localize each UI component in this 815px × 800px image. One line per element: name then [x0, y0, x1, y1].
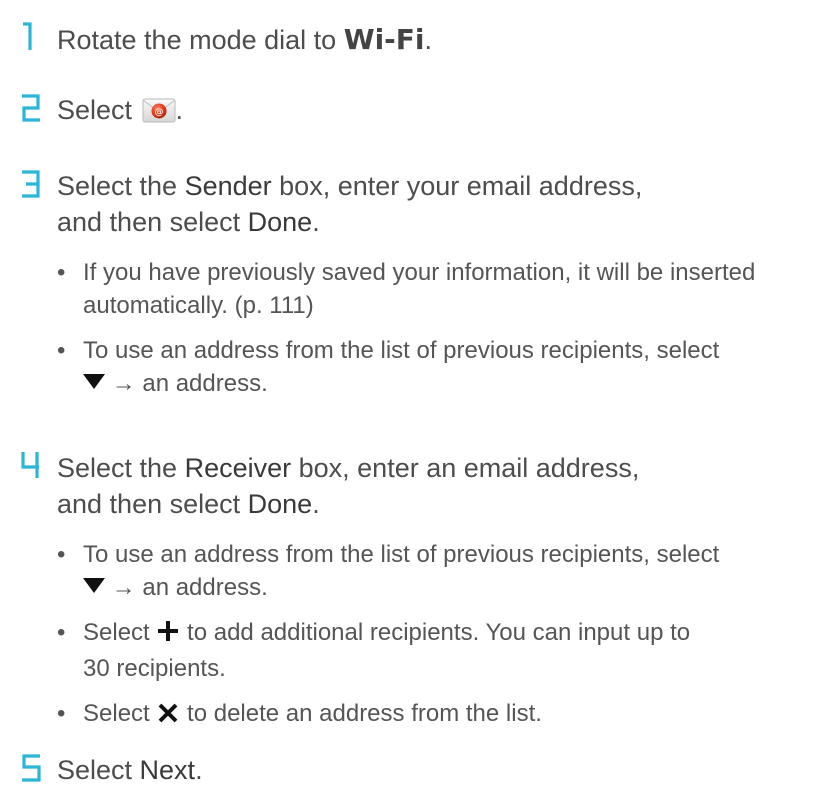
bullet-text: If you have previously saved your inform… [83, 259, 756, 286]
step-number-1 [20, 22, 44, 52]
list-item: • If you have previously saved your info… [57, 256, 805, 322]
bullet-text: To use an address from the list of previ… [83, 337, 720, 364]
step-3-l1b: box, enter your email address, [271, 171, 643, 201]
step-4-l1b: box, enter an email address, [291, 453, 640, 483]
email-icon: @ [142, 96, 176, 124]
step-3-l1a: Select the [57, 171, 185, 201]
step-4-line2: and then select Done. [57, 486, 639, 522]
bullet-dot: • [57, 259, 66, 286]
step-number-5 [20, 752, 44, 782]
bullet-text: 30 recipients. [83, 655, 226, 682]
step-5-text: Select Next. [57, 752, 203, 788]
step-4-l2b: . [312, 489, 320, 519]
step-2-prefix: Select [57, 95, 140, 125]
bullet-text: To use an address from the list of previ… [83, 541, 720, 568]
step-5-suffix: . [195, 755, 203, 785]
bullet-text: Select [83, 619, 157, 646]
step-number-3 [20, 168, 44, 198]
dropdown-arrow-icon [83, 578, 105, 593]
step-3-l2b: . [312, 207, 320, 237]
list-item: • To use an address from the list of pre… [57, 334, 805, 400]
bullet-text: → an address. [111, 574, 268, 601]
dropdown-arrow-icon [83, 374, 105, 389]
step-3-text: Select the Sender box, enter your email … [57, 168, 642, 240]
step-1-text: Rotate the mode dial to Wi-Fi. [57, 22, 432, 58]
step-4-l1a: Select the [57, 453, 185, 483]
bullet-text: to delete an address from the list. [180, 700, 542, 727]
receiver-keyword: Receiver [184, 453, 292, 483]
step-3-bullets: • If you have previously saved your info… [57, 256, 805, 412]
bullet-dot: • [57, 337, 66, 364]
step-2-text: Select @ . [57, 92, 183, 128]
list-item: • To use an address from the list of pre… [57, 538, 805, 604]
plus-icon [156, 619, 180, 652]
svg-text:@: @ [154, 108, 163, 118]
wifi-mode-label: Wi-Fi [343, 23, 425, 56]
step-2-suffix: . [175, 95, 184, 125]
step-1-prefix: Rotate the mode dial to [57, 25, 344, 55]
bullet-text: automatically. (p. 111) [83, 292, 314, 319]
done-keyword: Done [247, 207, 313, 237]
list-item: • Select to delete an address from the l… [57, 697, 805, 733]
list-item: • Select to add additional recipients. Y… [57, 616, 805, 685]
close-icon [156, 700, 180, 733]
bullet-dot: • [57, 700, 66, 727]
bullet-dot: • [57, 619, 66, 646]
step-number-2 [20, 92, 44, 122]
bullet-dot: • [57, 541, 66, 568]
step-3-line2: and then select Done. [57, 204, 642, 240]
step-1-suffix: . [424, 25, 433, 55]
sender-keyword: Sender [184, 171, 272, 201]
step-5-prefix: Select [57, 755, 140, 785]
step-4-bullets: • To use an address from the list of pre… [57, 538, 805, 745]
step-number-4 [20, 450, 44, 480]
step-4-text: Select the Receiver box, enter an email … [57, 450, 639, 522]
bullet-text: Select [83, 700, 157, 727]
bullet-text: to add additional recipients. You can in… [180, 619, 691, 646]
step-3-l2a: and then select [57, 207, 248, 237]
step-4-l2a: and then select [57, 489, 248, 519]
done-keyword: Done [247, 489, 313, 519]
bullet-text: → an address. [111, 370, 268, 397]
next-keyword: Next [139, 755, 196, 785]
